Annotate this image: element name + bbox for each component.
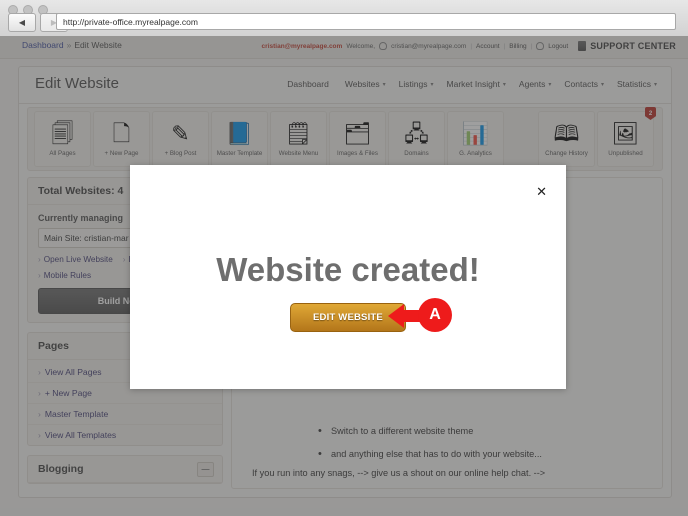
annotation-marker-a: A [418,298,452,332]
back-button[interactable]: ◀ [8,13,36,32]
modal-title: Website created! [216,251,480,288]
url-bar[interactable]: http://private-office.myrealpage.com [56,13,676,30]
close-icon[interactable]: ✕ [536,185,547,198]
browser-window: ◀ ▶ http://private-office.myrealpage.com… [0,0,688,516]
browser-chrome: ◀ ▶ http://private-office.myrealpage.com [0,0,688,37]
website-created-modal: ✕ Website created! EDIT WEBSITE A [130,165,566,389]
